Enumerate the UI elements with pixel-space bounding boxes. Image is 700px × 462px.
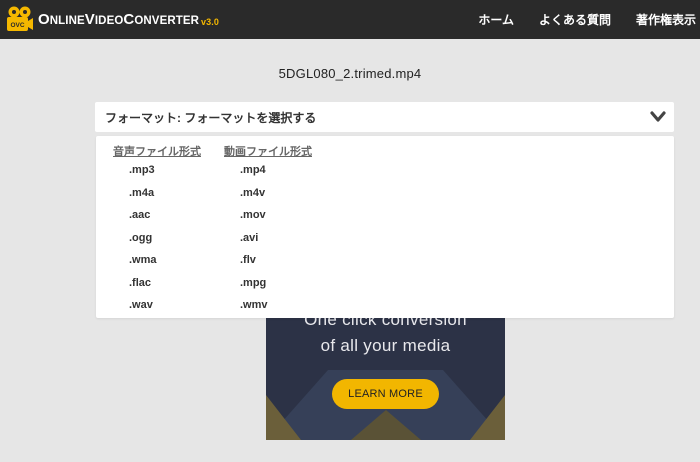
logo-letters: IDEO bbox=[94, 15, 124, 27]
video-formats-heading: 動画ファイル形式 bbox=[224, 146, 312, 158]
version-label: v3.0 bbox=[201, 17, 219, 27]
nav-copyright-link[interactable]: 著作権表示 bbox=[636, 11, 696, 28]
format-option-mp4[interactable]: .mp4 bbox=[240, 164, 266, 176]
format-option-mov[interactable]: .mov bbox=[240, 209, 266, 221]
file-name: 5DGL080_2.trimed.mp4 bbox=[278, 66, 422, 81]
format-option-m4a[interactable]: .m4a bbox=[129, 187, 154, 199]
nav-home-link[interactable]: ホーム bbox=[478, 11, 514, 28]
film-camera-icon: OVC bbox=[7, 6, 33, 31]
format-select-dropdown[interactable]: フォーマット: フォーマットを選択する bbox=[95, 102, 674, 132]
logo-letter: V bbox=[84, 11, 95, 28]
logo-letters: ONVERTER bbox=[134, 15, 200, 27]
logo-letter: C bbox=[123, 11, 135, 28]
top-navigation-bar: OVC O NLINE V IDEO C ONVERTER v3.0 ホーム よくある質問… bbox=[0, 0, 700, 39]
format-option-mpg[interactable]: .mpg bbox=[240, 277, 266, 289]
format-option-mp3[interactable]: .mp3 bbox=[129, 164, 155, 176]
format-option-aac[interactable]: .aac bbox=[129, 209, 150, 221]
format-option-wav[interactable]: .wav bbox=[129, 299, 153, 311]
nav-faq-link[interactable]: よくある質問 bbox=[539, 11, 611, 28]
format-option-flv[interactable]: .flv bbox=[240, 254, 256, 266]
audio-formats-heading: 音声ファイル形式 bbox=[113, 146, 201, 158]
format-option-m4v[interactable]: .m4v bbox=[240, 187, 265, 199]
logo-icon-text: OVC bbox=[10, 22, 24, 29]
format-option-wma[interactable]: .wma bbox=[129, 254, 157, 266]
ad-headline-line2: of all your media bbox=[320, 336, 451, 355]
advertisement-banner[interactable]: One click conversion of all your media L… bbox=[266, 300, 505, 440]
main-nav: ホーム よくある質問 著作権表示 bbox=[478, 0, 700, 39]
format-option-flac[interactable]: .flac bbox=[129, 277, 151, 289]
logo-letters: NLINE bbox=[49, 15, 85, 27]
logo-letter: O bbox=[38, 11, 50, 28]
format-select-label: フォーマット: フォーマットを選択する bbox=[105, 110, 317, 125]
format-option-ogg[interactable]: .ogg bbox=[129, 232, 152, 244]
chevron-down-icon[interactable] bbox=[650, 111, 666, 123]
learn-more-button[interactable]: LEARN MORE bbox=[332, 379, 439, 409]
format-option-wmv[interactable]: .wmv bbox=[240, 299, 268, 311]
logo-wordmark: O NLINE V IDEO C ONVERTER v3.0 bbox=[38, 11, 219, 28]
format-options-panel: 音声ファイル形式 .mp3 .m4a .aac .ogg .wma .flac … bbox=[96, 136, 674, 318]
format-option-avi[interactable]: .avi bbox=[240, 232, 258, 244]
site-logo[interactable]: OVC O NLINE V IDEO C ONVERTER v3.0 bbox=[5, 0, 219, 39]
